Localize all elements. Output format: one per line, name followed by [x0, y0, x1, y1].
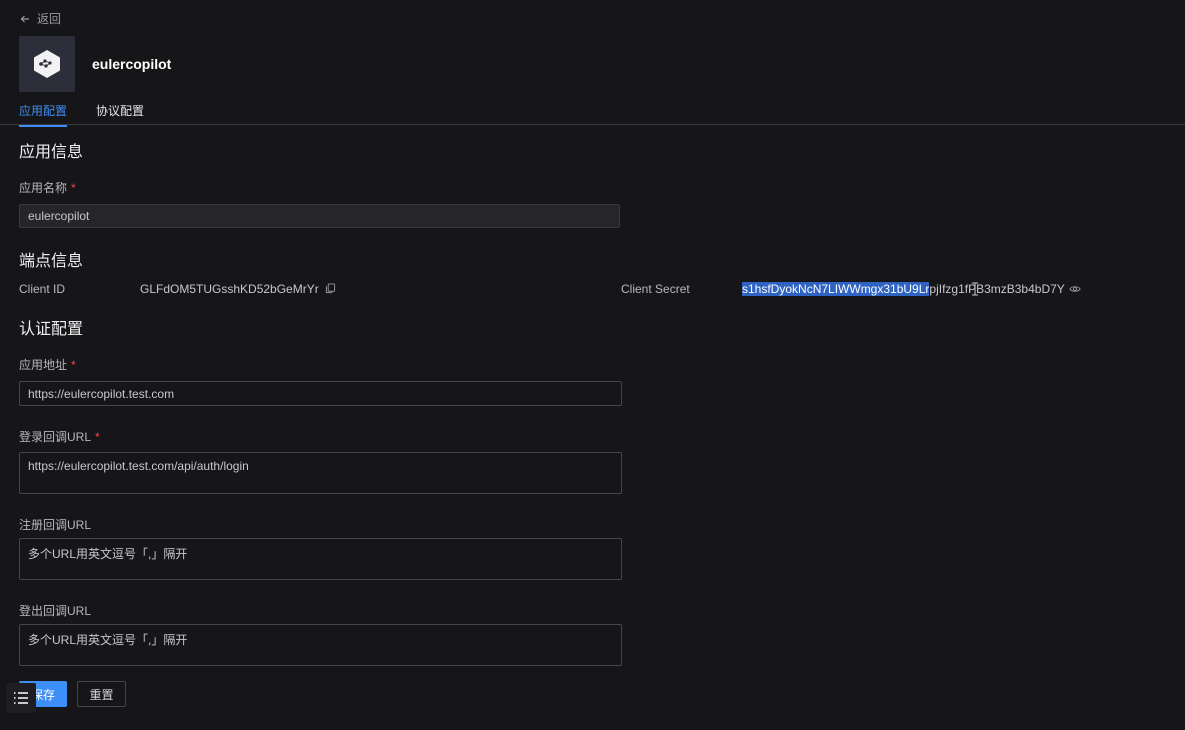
back-link[interactable]: 返回	[19, 10, 61, 27]
app-name-label: 应用名称 *	[19, 179, 76, 196]
login-callback-textarea[interactable]: https://eulercopilot.test.com/api/auth/l…	[19, 452, 622, 494]
login-callback-label-text: 登录回调URL	[19, 430, 92, 444]
text-cursor-icon	[972, 282, 978, 296]
menu-list-icon	[14, 692, 28, 704]
app-name-input[interactable]	[19, 204, 620, 228]
register-callback-label: 注册回调URL	[19, 518, 92, 532]
client-secret-value: s1hsfDyokNcN7LIWWmgx31bU9LrpjIfzg1fPB3mz…	[742, 282, 1081, 296]
section-title-app-info: 应用信息	[19, 144, 84, 161]
section-title-endpoint: 端点信息	[19, 253, 84, 270]
arrow-left-icon	[20, 15, 29, 22]
tab-protocol-config[interactable]: 协议配置	[96, 102, 144, 125]
required-mark: *	[95, 430, 100, 444]
client-secret-selected: s1hsfDyokNcN7LIWWmgx31bU9Lr	[742, 282, 930, 296]
app-url-label: 应用地址 *	[19, 356, 76, 373]
logout-callback-label: 登出回调URL	[19, 604, 92, 618]
register-callback-textarea[interactable]	[19, 538, 622, 580]
client-secret-label: Client Secret	[621, 282, 690, 296]
logout-callback-textarea[interactable]	[19, 624, 622, 666]
tab-bar: 应用配置 协议配置	[0, 96, 1185, 127]
menu-toggle-button[interactable]	[6, 683, 36, 713]
tab-app-config[interactable]: 应用配置	[19, 102, 68, 127]
app-logo-icon	[34, 50, 60, 78]
client-id-label: Client ID	[19, 282, 66, 296]
section-title-auth: 认证配置	[19, 321, 84, 338]
app-url-input[interactable]	[19, 381, 622, 406]
app-logo	[19, 36, 75, 92]
app-name-label-text: 应用名称	[19, 181, 68, 195]
required-mark: *	[71, 358, 76, 372]
app-url-label-text: 应用地址	[19, 358, 68, 372]
client-secret-text[interactable]: s1hsfDyokNcN7LIWWmgx31bU9LrpjIfzg1fPB3mz…	[742, 282, 1065, 296]
back-label: 返回	[37, 12, 62, 26]
client-secret-rest: pjIfzg1fPB3mzB3b4bD7Y	[929, 282, 1065, 296]
login-callback-label: 登录回调URL *	[19, 428, 100, 445]
reset-button[interactable]: 重置	[77, 681, 126, 707]
eye-icon[interactable]	[1069, 283, 1081, 295]
client-id-text: GLFdOM5TUGsshKD52bGeMrYr	[140, 282, 319, 296]
app-name: eulercopilot	[92, 56, 172, 72]
required-mark: *	[71, 181, 76, 195]
copy-icon[interactable]	[325, 283, 337, 295]
client-id-value: GLFdOM5TUGsshKD52bGeMrYr	[140, 282, 337, 296]
